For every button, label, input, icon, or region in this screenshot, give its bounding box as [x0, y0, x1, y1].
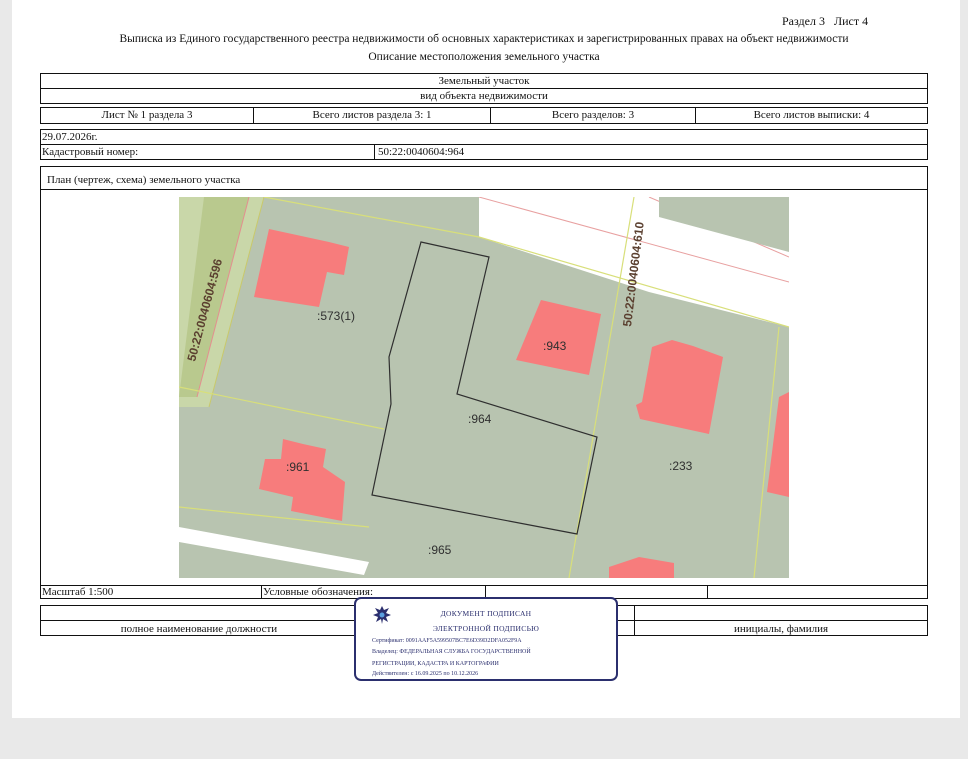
stamp-owner-line2: РЕГИСТРАЦИИ, КАДАСТРА И КАРТОГРАФИИ: [372, 661, 499, 667]
total-sections: Всего разделов: 3: [551, 109, 635, 121]
building: [767, 392, 789, 497]
stamp-owner-line1: Владелец: ФЕДЕРАЛЬНАЯ СЛУЖБА ГОСУДАРСТВЕ…: [372, 649, 531, 655]
boundary-line: [179, 386, 385, 430]
extract-date: 29.07.2026г.: [42, 131, 98, 143]
cadastral-number: 50:22:0040604:964: [378, 146, 465, 158]
building: [259, 439, 345, 521]
section-sheet-label: Раздел 3 Лист 4: [782, 14, 869, 28]
total-sheets-extract: Всего листов выписки: 4: [753, 109, 870, 121]
building: [254, 229, 349, 307]
date-row: 29.07.2026г.: [40, 129, 928, 145]
divider: [707, 586, 708, 598]
building: [516, 300, 601, 375]
document-subtitle: Описание местоположения земельного участ…: [368, 51, 600, 63]
document-title: Выписка из Единого государственного реес…: [119, 33, 849, 45]
parcel-label-233: :233: [669, 459, 693, 473]
scale-label: Масштаб 1:500: [42, 586, 114, 598]
plan-title-divider: [41, 189, 927, 190]
total-sheets-section: Всего листов раздела 3: 1: [312, 109, 432, 121]
electronic-signature-stamp: ДОКУМЕНТ ПОДПИСАН ЭЛЕКТРОННОЙ ПОДПИСЬЮ С…: [354, 597, 618, 681]
position-caption: полное наименование должности: [120, 623, 278, 635]
stamp-title-line2: ЭЛЕКТРОННОЙ ПОДПИСЬЮ: [432, 624, 540, 633]
object-type-row: Земельный участок: [40, 73, 928, 89]
divider: [374, 145, 375, 159]
parcel-label-964: :964: [468, 412, 492, 426]
parcel-label-943: :943: [543, 339, 567, 353]
cadastral-row: Кадастровый номер: 50:22:0040604:964: [40, 144, 928, 160]
sheet-info-row: Лист № 1 раздела 3 Всего листов раздела …: [40, 107, 928, 124]
plan-title: План (чертеж, схема) земельного участка: [47, 174, 241, 186]
object-type-caption: вид объекта недвижимости: [420, 90, 548, 102]
stamp-title-line1: ДОКУМЕНТ ПОДПИСАН: [440, 609, 532, 618]
divider: [261, 586, 262, 598]
parcel-label-965: :965: [428, 543, 452, 557]
parcel-label-573: :573(1): [317, 309, 355, 323]
legend-label: Условные обозначения:: [263, 586, 374, 598]
sheet-of-section: Лист № 1 раздела 3: [101, 109, 193, 121]
plan-drawing: :573(1) :943 :964 :961 :233 :965 50:22:0…: [179, 197, 789, 578]
name-caption: инициалы, фамилия: [733, 623, 829, 635]
stamp-certificate: Сертификат: 0091AAF5A599507BC7E6D39D2DFA…: [372, 638, 522, 644]
parcel-label-961: :961: [286, 460, 310, 474]
building: [636, 340, 723, 434]
stamp-validity: Действителен: с 16.09.2025 по 10.12.2026: [372, 671, 479, 677]
road-strip: [179, 527, 369, 575]
divider: [634, 606, 635, 620]
cadastral-plan-map: :573(1) :943 :964 :961 :233 :965 50:22:0…: [179, 197, 789, 578]
object-type: Земельный участок: [438, 75, 530, 87]
parcel-964-boundary: [371, 241, 598, 535]
cadastral-label: Кадастровый номер:: [42, 146, 139, 158]
object-type-caption-row: вид объекта недвижимости: [40, 88, 928, 104]
building: [609, 557, 674, 578]
